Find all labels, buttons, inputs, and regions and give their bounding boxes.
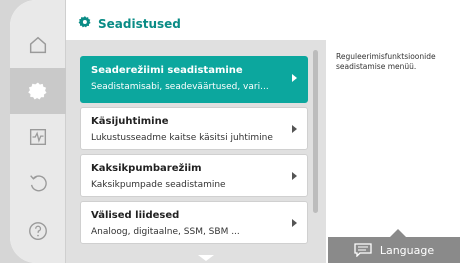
language-button[interactable]: Language — [328, 237, 460, 263]
page-title: Seadistused — [98, 16, 181, 31]
menu-item-control-mode[interactable]: Seaderežiimi seadistamine Seadistamisabi… — [80, 56, 308, 103]
chevron-right-icon — [292, 125, 297, 133]
settings-icon[interactable] — [10, 68, 66, 114]
restore-icon[interactable] — [10, 160, 66, 206]
info-description: Reguleerimisfunktsioonide seadistamise m… — [336, 52, 436, 71]
chevron-right-icon — [292, 219, 297, 227]
menu-item-subtitle: Analoog, digitaalne, SSM, SBM ... — [91, 227, 240, 237]
scroll-down-indicator[interactable] — [198, 255, 214, 261]
menu-item-manual-control[interactable]: Käsijuhtimine Lukustusseadme kaitse käsi… — [80, 107, 308, 150]
message-icon — [354, 243, 372, 257]
home-icon[interactable] — [10, 22, 66, 68]
menu-list: Seaderežiimi seadistamine Seadistamisabi… — [66, 40, 326, 263]
menu-item-subtitle: Kaksikpumpade seadistamine — [91, 180, 226, 190]
menu-item-title: Välised liidesed — [91, 210, 180, 221]
nav-rail — [10, 0, 66, 263]
menu-item-double-pump[interactable]: Kaksikpumbarežiim Kaksikpumpade seadista… — [80, 154, 308, 197]
language-label: Language — [379, 243, 435, 257]
menu-item-title: Käsijuhtimine — [91, 116, 169, 127]
list-scrollbar[interactable] — [313, 50, 318, 213]
menu-item-title: Kaksikpumbarežiim — [91, 163, 202, 174]
menu-item-subtitle: Lukustusseadme kaitse käsitsi juhtimine — [91, 133, 273, 143]
title-wrap: Seadistused — [78, 14, 181, 33]
gear-icon — [78, 14, 92, 33]
display-screen: Seadistused Seaderežiimi seadistamine Se… — [10, 0, 460, 263]
language-notch — [390, 229, 406, 237]
menu-item-title: Seaderežiimi seadistamine — [91, 65, 243, 76]
menu-item-subtitle: Seadistamisabi, seadeväärtused, vari... — [91, 82, 269, 92]
chevron-right-icon — [292, 74, 297, 82]
menu-item-external-interfaces[interactable]: Välised liidesed Analoog, digitaalne, SS… — [80, 201, 308, 244]
chevron-right-icon — [292, 172, 297, 180]
help-icon[interactable] — [10, 208, 66, 254]
diagnostics-icon[interactable] — [10, 114, 66, 160]
page-header: Seadistused — [66, 0, 460, 40]
